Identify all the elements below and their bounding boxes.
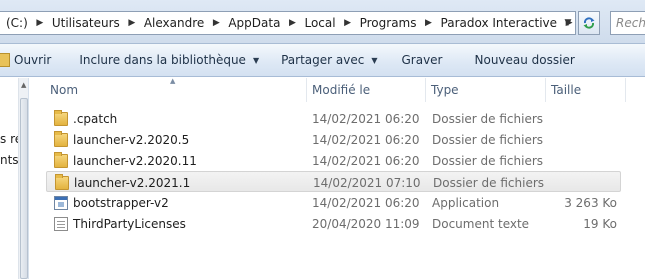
folder-icon <box>55 173 69 190</box>
file-modified: 14/02/2021 06:20 <box>312 195 420 210</box>
share-with-button[interactable]: Partager avec ▼ <box>271 44 387 76</box>
file-name: launcher-v2.2021.1 <box>74 175 191 190</box>
folder-icon <box>0 53 10 67</box>
address-bar-row: (C:) ▶ Utilisateurs ▶ Alexandre ▶ AppDat… <box>0 0 645 44</box>
chevron-right-icon[interactable]: ▶ <box>126 18 138 28</box>
search-input[interactable]: Rech <box>610 11 645 35</box>
file-name: launcher-v2.2020.5 <box>73 132 190 147</box>
breadcrumb-appdata[interactable]: AppData <box>222 12 286 34</box>
breadcrumb-local[interactable]: Local <box>298 12 341 34</box>
column-header-type[interactable]: Type <box>425 78 545 102</box>
file-modified: 14/02/2021 07:10 <box>313 175 421 190</box>
file-size: 3 263 Ko <box>564 195 617 210</box>
file-modified: 14/02/2021 06:20 <box>312 132 420 147</box>
column-divider[interactable] <box>625 78 626 102</box>
open-button[interactable]: Ouvrir <box>0 44 61 76</box>
breadcrumb-drive[interactable]: (C:) <box>0 12 34 34</box>
folder-icon <box>54 130 68 147</box>
column-header-size[interactable]: Taille <box>545 78 625 102</box>
address-bar[interactable]: (C:) ▶ Utilisateurs ▶ Alexandre ▶ AppDat… <box>0 11 576 35</box>
file-type: Dossier de fichiers <box>433 175 545 190</box>
file-row[interactable]: .cpatch 14/02/2021 06:20 Dossier de fich… <box>46 108 621 129</box>
file-type: Document texte <box>432 216 530 231</box>
file-type: Dossier de fichiers <box>432 153 544 168</box>
file-name: bootstrapper-v2 <box>73 195 169 210</box>
chevron-right-icon[interactable]: ▶ <box>423 18 435 28</box>
sort-ascending-icon: ▲ <box>170 77 176 85</box>
file-type: Application <box>432 195 500 210</box>
breadcrumb-paradox-interactive[interactable]: Paradox Interactive <box>435 12 563 34</box>
breadcrumb-utilisateurs[interactable]: Utilisateurs <box>46 12 126 34</box>
chevron-right-icon[interactable]: ▶ <box>210 18 222 28</box>
command-toolbar: Ouvrir Inclure dans la bibliothèque ▼ Pa… <box>0 44 645 77</box>
chevron-down-icon[interactable]: ▼ <box>560 12 576 34</box>
file-size: 19 Ko <box>583 216 617 231</box>
chevron-down-icon: ▼ <box>252 55 260 65</box>
burn-button[interactable]: Graver <box>391 44 452 76</box>
nav-item[interactable]: nts <box>0 153 19 167</box>
file-type: Dossier de fichiers <box>432 111 544 126</box>
file-name: launcher-v2.2020.11 <box>73 153 197 168</box>
file-name: ThirdPartyLicenses <box>73 216 186 231</box>
file-type: Dossier de fichiers <box>432 132 544 147</box>
chevron-right-icon[interactable]: ▶ <box>342 18 354 28</box>
breadcrumb-programs[interactable]: Programs <box>354 12 423 34</box>
new-folder-button[interactable]: Nouveau dossier <box>465 44 585 76</box>
folder-icon <box>54 109 68 126</box>
refresh-icon <box>583 17 595 29</box>
chevron-down-icon: ▼ <box>371 55 378 65</box>
file-modified: 14/02/2021 06:20 <box>312 111 420 126</box>
scrollbar-thumb[interactable] <box>20 98 28 279</box>
nav-scrollbar[interactable]: ▲ <box>18 78 28 279</box>
chevron-right-icon[interactable]: ▶ <box>286 18 298 28</box>
application-icon <box>54 195 68 210</box>
include-in-library-button[interactable]: Inclure dans la bibliothèque ▼ <box>69 44 269 76</box>
chevron-right-icon[interactable]: ▶ <box>34 18 46 28</box>
refresh-button[interactable] <box>578 11 600 35</box>
text-document-icon <box>54 216 68 231</box>
file-list: ▲ Nom Modifié le Type Taille .cpatch 14/… <box>30 77 645 279</box>
file-row-highlighted[interactable]: launcher-v2.2021.1 14/02/2021 07:10 Doss… <box>46 171 621 192</box>
file-name: .cpatch <box>73 111 118 126</box>
file-modified: 20/04/2020 11:09 <box>312 216 420 231</box>
breadcrumb-alexandre[interactable]: Alexandre <box>138 12 210 34</box>
file-row[interactable]: bootstrapper-v2 14/02/2021 06:20 Applica… <box>46 192 621 213</box>
file-row[interactable]: ThirdPartyLicenses 20/04/2020 11:09 Docu… <box>46 213 621 234</box>
folder-icon <box>54 151 68 168</box>
file-modified: 14/02/2021 06:20 <box>312 153 420 168</box>
column-header-modified[interactable]: Modifié le <box>306 78 425 102</box>
file-row[interactable]: launcher-v2.2020.5 14/02/2021 06:20 Doss… <box>46 129 621 150</box>
file-row[interactable]: launcher-v2.2020.11 14/02/2021 06:20 Dos… <box>46 150 621 171</box>
column-header-name[interactable]: ▲ Nom <box>30 77 306 102</box>
navigation-pane: s ré nts ▲ <box>0 78 29 279</box>
scroll-up-icon[interactable]: ▲ <box>21 81 26 89</box>
